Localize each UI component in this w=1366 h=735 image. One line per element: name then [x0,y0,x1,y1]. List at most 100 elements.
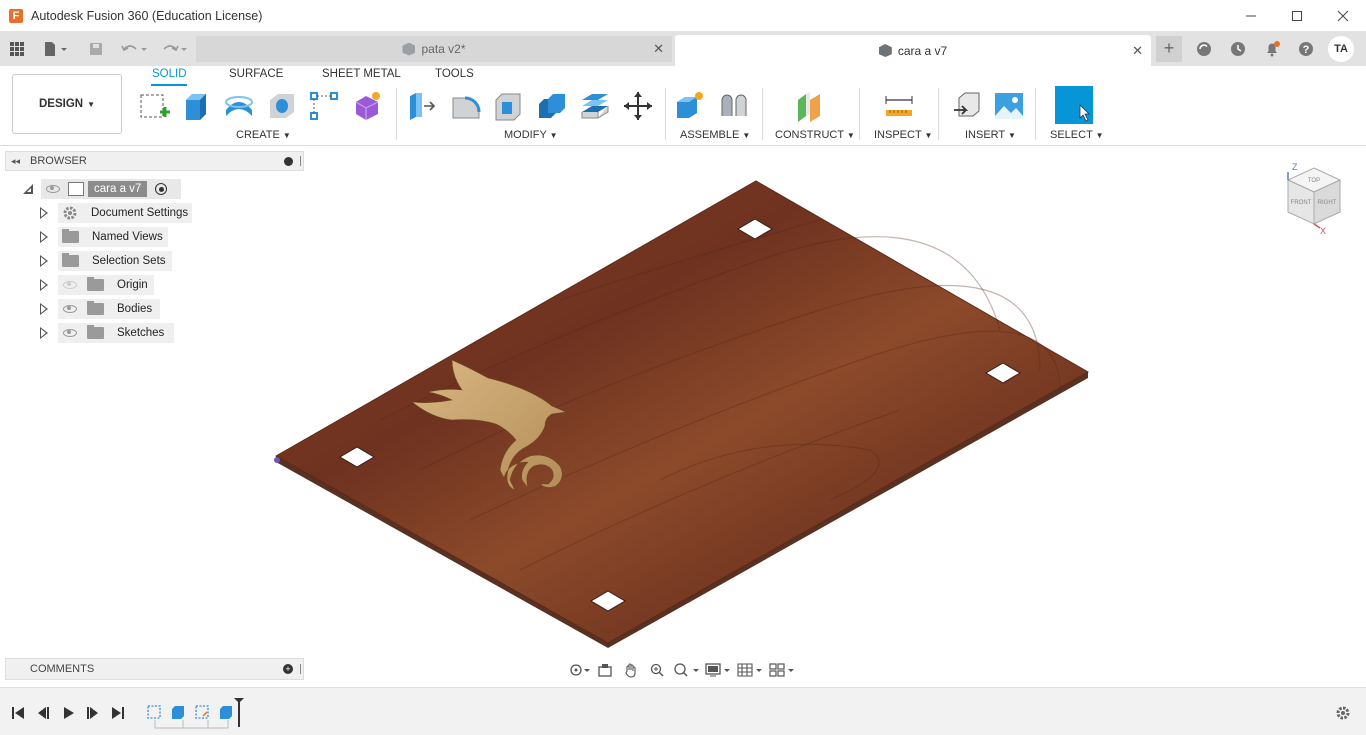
press-pull-button[interactable] [405,90,439,122]
user-avatar[interactable]: TA [1328,35,1354,62]
select-button[interactable] [1055,86,1093,124]
canvas-viewport[interactable]: TOP FRONT RIGHT Z X [0,146,1366,686]
fillet-button[interactable] [449,90,483,122]
origin-point[interactable] [274,457,280,463]
step-forward-button[interactable] [84,704,102,722]
offset-plane-button[interactable] [793,90,827,122]
workspace-switcher[interactable]: DESIGN ▼ [12,74,122,134]
step-back-button[interactable] [34,704,52,722]
redo-button[interactable] [158,31,190,66]
timeline-settings-button[interactable] [1334,704,1352,722]
fit-button[interactable] [672,661,700,679]
activate-radio-icon[interactable] [155,183,168,195]
tree-node: Document Settings [58,203,192,223]
grid-settings-button[interactable] [736,661,764,679]
minimize-panel-icon[interactable] [284,156,293,166]
play-button[interactable] [59,704,77,722]
panel-grip[interactable] [300,664,301,674]
revolve-button[interactable] [222,90,256,122]
insert-derive-button[interactable] [950,90,984,122]
image-icon [995,93,1023,119]
close-button[interactable] [1320,0,1366,31]
job-status-button[interactable] [1226,37,1250,61]
undo-button[interactable] [118,31,150,66]
help-button[interactable]: ? [1294,37,1318,61]
display-settings-button[interactable] [704,661,732,679]
browser-root-row[interactable]: cara a v7 [0,179,300,199]
group-assemble[interactable]: ASSEMBLE ▼ [680,129,750,141]
group-modify[interactable]: MODIFY ▼ [504,129,558,141]
hole-button[interactable] [265,90,299,122]
tab-cara-a-v7[interactable]: cara a v7 ✕ [675,35,1151,66]
group-insert[interactable]: INSERT ▼ [965,129,1016,141]
joint-button[interactable] [717,90,751,122]
notifications-button[interactable] [1260,37,1284,61]
help-icon: ? [1299,41,1313,56]
maximize-button[interactable] [1274,0,1320,31]
timeline-marker[interactable] [233,697,245,729]
go-to-start-button[interactable] [9,704,27,722]
zoom-button[interactable] [646,661,668,679]
pan-button[interactable] [620,661,642,679]
panel-grip[interactable] [300,156,301,166]
viewports-button[interactable] [768,661,796,679]
measure-button[interactable] [882,90,916,122]
new-component-button[interactable] [673,90,707,122]
root-component[interactable]: cara a v7 [41,179,181,199]
shell-button[interactable] [491,90,525,122]
eye-icon[interactable] [63,329,77,337]
extrude-button[interactable] [179,90,213,122]
group-construct[interactable]: CONSTRUCT ▼ [775,129,855,141]
eye-icon[interactable] [63,305,77,313]
eye-icon[interactable] [46,185,60,193]
tree-node: Selection Sets [58,251,172,271]
add-comment-icon[interactable]: + [283,664,293,674]
viewports-icon [769,663,794,677]
file-menu-button[interactable] [40,31,70,66]
look-at-icon [598,664,612,677]
tab-tools[interactable]: TOOLS [435,68,474,80]
save-button[interactable] [86,31,106,66]
collapse-browser-icon[interactable]: ◂◂ [11,156,20,167]
dropdown-arrow-icon: ▼ [549,131,558,140]
offset-face-button[interactable] [578,90,612,122]
timeline-bar [0,687,1366,735]
app-grid-button[interactable] [6,31,28,66]
eye-hidden-icon[interactable] [63,281,77,289]
folder-icon [62,253,79,267]
separator [665,88,666,140]
group-inspect[interactable]: INSPECT ▼ [874,129,932,141]
move-copy-button[interactable] [621,90,655,122]
cursor-icon [1079,104,1090,122]
orbit-button[interactable] [568,661,590,679]
tab-pata-v2[interactable]: pata v2* ✕ [196,36,672,62]
tab-label: pata v2* [421,42,466,56]
canvas-button[interactable] [992,90,1026,122]
group-select[interactable]: SELECT ▼ [1050,129,1104,141]
look-at-button[interactable] [594,661,616,679]
close-tab-icon[interactable]: ✕ [1132,43,1143,59]
pattern-button[interactable] [307,90,341,122]
view-cube[interactable]: TOP FRONT RIGHT Z X [1282,162,1352,242]
hole-icon [270,94,294,118]
create-sketch-button[interactable] [137,90,171,122]
group-create[interactable]: CREATE ▼ [236,129,291,141]
go-to-end-button[interactable] [109,704,127,722]
extensions-button[interactable] [1192,37,1216,61]
create-form-button[interactable] [350,90,384,122]
separator [938,88,939,140]
tab-solid[interactable]: SOLID [152,68,187,80]
new-tab-button[interactable]: + [1156,35,1182,62]
model-view[interactable] [0,146,1366,686]
minimize-button[interactable] [1228,0,1274,31]
tab-surface[interactable]: SURFACE [229,68,283,80]
expanded-triangle-icon[interactable] [22,183,34,195]
comments-panel-header[interactable]: COMMENTS + [5,658,304,680]
combine-button[interactable] [535,90,569,122]
close-tab-icon[interactable]: ✕ [653,41,664,57]
component-icon [68,182,84,196]
wood-board[interactable] [274,180,1090,644]
browser-panel-header[interactable]: ◂◂ BROWSER [5,151,304,171]
axis-z-label: Z [1292,162,1298,172]
tab-sheet-metal[interactable]: SHEET METAL [322,68,401,80]
